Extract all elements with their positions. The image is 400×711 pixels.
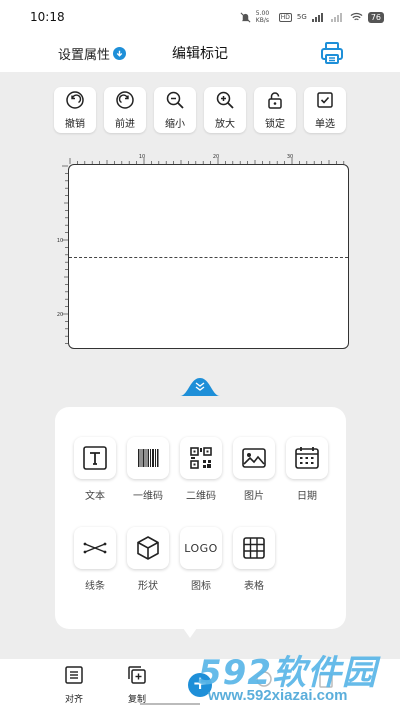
ruler-label: 10 xyxy=(57,238,63,244)
ruler-label: 20 xyxy=(57,312,63,318)
network-type: 5G xyxy=(296,13,307,21)
insert-date-item[interactable]: 日期 xyxy=(285,437,329,502)
delete-icon[interactable] xyxy=(316,669,336,689)
image-item-label: 图片 xyxy=(244,491,264,502)
qrcode-item-label: 二维码 xyxy=(186,491,216,502)
checkbox-icon xyxy=(317,92,333,108)
mute-icon xyxy=(240,12,251,23)
label-canvas[interactable] xyxy=(68,164,349,349)
shape-item-label: 形状 xyxy=(138,581,158,592)
signal-icon xyxy=(311,12,326,22)
qrcode-icon xyxy=(190,447,212,469)
zoom-out-icon xyxy=(166,91,184,109)
copy-icon xyxy=(128,666,146,684)
zoom-in-icon xyxy=(216,91,234,109)
edit-toolbar: 撤销 前进 缩小 放大 锁定 单选 xyxy=(54,87,346,133)
vertical-ruler: 10 20 xyxy=(57,165,68,344)
lock-icon xyxy=(268,92,282,109)
redo-icon xyxy=(116,91,134,109)
home-indicator xyxy=(140,703,200,705)
insert-element-panel: 文本 一维码 二维码 图片 日期 线条 形状 LOGO 图标 表格 xyxy=(55,407,346,629)
align-icon xyxy=(65,666,83,684)
table-item-label: 表格 xyxy=(244,581,264,592)
table-icon xyxy=(243,537,265,559)
ruler-label: 30 xyxy=(287,154,293,160)
insert-logo-item[interactable]: LOGO 图标 xyxy=(179,527,223,592)
undo-label: 撤销 xyxy=(65,119,85,130)
zoom-out-label: 缩小 xyxy=(165,119,185,130)
copy-button[interactable]: 复制 xyxy=(117,665,157,705)
center-guide-line xyxy=(69,257,348,258)
logo-item-label: 图标 xyxy=(191,581,211,592)
single-select-label: 单选 xyxy=(315,119,335,130)
chevron-down-icon xyxy=(113,46,127,60)
battery-level: 76 xyxy=(367,11,384,23)
insert-shape-item[interactable]: 形状 xyxy=(126,527,170,592)
text-item-label: 文本 xyxy=(85,491,105,502)
align-label: 对齐 xyxy=(64,695,83,705)
settings-attributes-button[interactable]: 设置属性 xyxy=(58,44,127,63)
hd-icon: HD xyxy=(278,12,292,22)
insert-image-item[interactable]: 图片 xyxy=(232,437,276,502)
barcode-item-label: 一维码 xyxy=(133,491,163,502)
date-item-label: 日期 xyxy=(297,491,317,502)
redo-label: 前进 xyxy=(115,119,135,130)
calendar-icon xyxy=(295,447,319,469)
line-icon xyxy=(83,542,107,554)
align-button[interactable]: 对齐 xyxy=(54,665,94,705)
undo-icon xyxy=(66,91,84,109)
settings-label: 设置属性 xyxy=(58,47,111,63)
zoom-out-button[interactable]: 缩小 xyxy=(154,87,196,133)
status-time: 10:18 xyxy=(30,10,65,24)
insert-text-item[interactable]: 文本 xyxy=(73,437,117,502)
net-speed: 5.00 KB/s xyxy=(255,10,270,24)
panel-pointer xyxy=(183,628,197,638)
title-bar: 设置属性 编辑标记 xyxy=(0,34,400,72)
signal-icon-2 xyxy=(330,12,345,22)
insert-table-item[interactable]: 表格 xyxy=(232,527,276,592)
line-item-label: 线条 xyxy=(85,581,105,592)
insert-barcode-item[interactable]: 一维码 xyxy=(126,437,170,502)
wifi-icon xyxy=(350,12,363,22)
ruler-label: 20 xyxy=(213,154,219,160)
undo-button[interactable]: 撤销 xyxy=(54,87,96,133)
zoom-in-label: 放大 xyxy=(215,119,235,130)
rotate-icon[interactable] xyxy=(254,669,274,689)
text-icon xyxy=(83,446,107,470)
ruler-label: 10 xyxy=(139,154,145,160)
status-icons: 5.00 KB/s HD 5G 76 xyxy=(240,10,384,24)
lock-label: 锁定 xyxy=(265,119,285,130)
status-bar: 10:18 5.00 KB/s HD 5G 76 xyxy=(0,0,400,34)
logo-icon: LOGO xyxy=(184,541,218,555)
add-element-button[interactable]: + xyxy=(188,673,212,697)
collapse-panel-button[interactable] xyxy=(180,374,220,396)
cube-icon xyxy=(137,536,159,560)
barcode-icon xyxy=(138,449,159,467)
horizontal-ruler: 10 20 30 xyxy=(69,154,345,164)
zoom-in-button[interactable]: 放大 xyxy=(204,87,246,133)
single-select-button[interactable]: 单选 xyxy=(304,87,346,133)
image-icon xyxy=(242,448,266,468)
insert-qrcode-item[interactable]: 二维码 xyxy=(179,437,223,502)
redo-button[interactable]: 前进 xyxy=(104,87,146,133)
lock-button[interactable]: 锁定 xyxy=(254,87,296,133)
printer-icon[interactable] xyxy=(320,41,344,65)
insert-line-item[interactable]: 线条 xyxy=(73,527,117,592)
